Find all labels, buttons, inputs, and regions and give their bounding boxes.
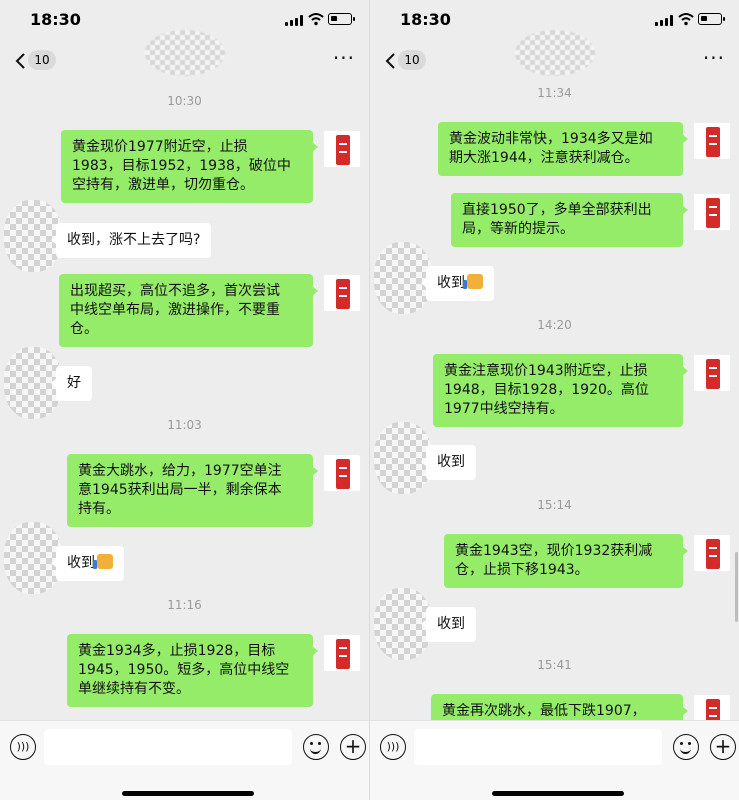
incoming-message[interactable]: 收到	[421, 607, 476, 642]
incoming-message[interactable]: 收到	[421, 266, 494, 301]
outgoing-message[interactable]: 黄金大跳水，给力，1977空单注 意1945获利出局一半，剩余保本 持有。	[67, 454, 318, 527]
timestamp: 14:20	[537, 318, 572, 332]
timestamp: 11:16	[167, 598, 202, 612]
my-avatar[interactable]	[693, 694, 731, 720]
wifi-icon	[678, 13, 694, 26]
timestamp: 11:34	[537, 86, 572, 100]
incoming-message[interactable]: 收到，涨不上去了吗?	[50, 223, 212, 258]
contact-name-redacted	[145, 30, 225, 76]
scrollbar[interactable]	[735, 552, 738, 622]
wifi-icon	[308, 13, 324, 26]
contact-name-redacted	[515, 30, 595, 76]
outgoing-message[interactable]: 黄金现价1977附近空，止损 1983，目标1952，1938，破位中 空持有，…	[61, 130, 318, 203]
message-text: 收到	[437, 275, 465, 291]
back-chevron-icon[interactable]	[14, 52, 28, 70]
timestamp: 15:41	[537, 658, 572, 672]
my-avatar[interactable]	[693, 193, 731, 231]
my-avatar[interactable]	[323, 274, 361, 312]
unread-count-badge[interactable]: 10	[28, 50, 56, 70]
input-bar: ))) +	[370, 720, 739, 800]
outgoing-message[interactable]: 黄金波动非常快，1934多又是如 期大涨1944，注意获利减仓。	[438, 122, 688, 176]
more-options-icon[interactable]: ···	[333, 48, 355, 68]
outgoing-message[interactable]: 黄金再次跳水，最低下跌1907，	[431, 694, 688, 720]
battery-icon	[698, 13, 725, 25]
home-indicator	[492, 791, 624, 796]
status-time: 18:30	[30, 10, 81, 29]
message-input[interactable]	[44, 729, 292, 765]
outgoing-message[interactable]: 黄金1943空，现价1932获利减 仓，止损下移1943。	[444, 534, 688, 588]
plus-icon[interactable]: +	[340, 734, 366, 760]
incoming-message[interactable]: 收到	[51, 546, 124, 581]
chat-header: 10 ···	[370, 30, 739, 82]
outgoing-message[interactable]: 直接1950了，多单全部获利出 局，等新的提示。	[451, 193, 688, 247]
chat-header: 10 ···	[0, 30, 369, 82]
my-avatar[interactable]	[693, 534, 731, 572]
outgoing-message[interactable]: 出现超买，高位不追多，首次尝试 中线空单布局，激进操作，不要重 仓。	[59, 274, 318, 347]
plus-icon[interactable]: +	[710, 734, 736, 760]
status-time: 18:30	[400, 10, 451, 29]
signal-icon	[655, 15, 673, 26]
message-list[interactable]: 11:34 黄金波动非常快，1934多又是如 期大涨1944，注意获利减仓。 直…	[370, 82, 739, 720]
more-options-icon[interactable]: ···	[703, 48, 725, 68]
chat-screen-right: 18:30 10 ··· 11:34 黄金波动非常快，1934多又是如 期大涨1…	[370, 0, 739, 800]
back-chevron-icon[interactable]	[384, 52, 398, 70]
message-text: 收到	[67, 555, 95, 571]
my-avatar[interactable]	[323, 130, 361, 168]
incoming-message[interactable]: 好	[51, 366, 92, 401]
timestamp: 15:14	[537, 498, 572, 512]
voice-icon[interactable]: )))	[10, 734, 36, 760]
my-avatar[interactable]	[693, 354, 731, 392]
input-bar: ))) +	[0, 720, 369, 800]
signal-icon	[285, 15, 303, 26]
timestamp: 10:30	[167, 94, 202, 108]
emoji-icon[interactable]	[303, 734, 329, 760]
chat-screen-left: 18:30 10 ··· 10:30 黄金现价1977附近空，止损 1983，目…	[0, 0, 369, 800]
my-avatar[interactable]	[323, 634, 361, 672]
my-avatar[interactable]	[323, 454, 361, 492]
home-indicator	[122, 791, 254, 796]
my-avatar[interactable]	[693, 122, 731, 160]
outgoing-message[interactable]: 黄金1934多，止损1928，目标 1945，1950。短多，高位中线空 单继续…	[67, 634, 318, 707]
outgoing-message[interactable]: 黄金注意现价1943附近空，止损 1948，目标1928，1920。高位 197…	[433, 354, 688, 427]
thumbs-up-icon	[93, 554, 113, 569]
message-list[interactable]: 10:30 黄金现价1977附近空，止损 1983，目标1952，1938，破位…	[0, 82, 369, 720]
voice-icon[interactable]: )))	[380, 734, 406, 760]
thumbs-up-icon	[463, 274, 483, 289]
timestamp: 11:03	[167, 418, 202, 432]
message-input[interactable]	[414, 729, 662, 765]
battery-icon	[328, 13, 355, 25]
unread-count-badge[interactable]: 10	[398, 50, 426, 70]
emoji-icon[interactable]	[673, 734, 699, 760]
incoming-message[interactable]: 收到	[421, 445, 476, 480]
